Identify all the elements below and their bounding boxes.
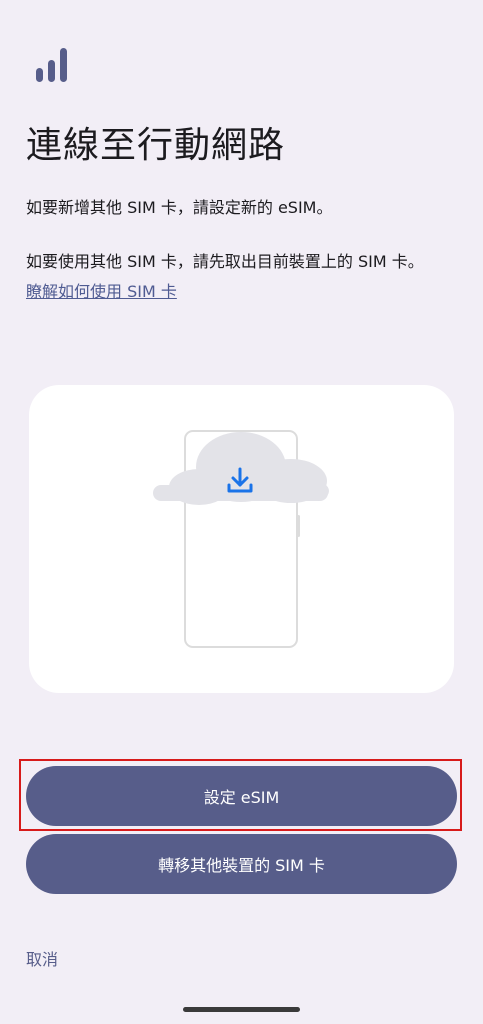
highlight-outline xyxy=(19,759,462,831)
learn-sim-link[interactable]: 瞭解如何使用 SIM 卡 xyxy=(26,280,177,304)
home-indicator[interactable] xyxy=(183,1007,300,1012)
cancel-button[interactable]: 取消 xyxy=(26,948,58,972)
page-title: 連線至行動網路 xyxy=(26,125,286,166)
signal-strength-icon xyxy=(36,48,67,82)
transfer-sim-button[interactable]: 轉移其他裝置的 SIM 卡 xyxy=(26,834,457,894)
phone-cloud-download-icon xyxy=(153,430,329,648)
illustration-card xyxy=(29,385,454,693)
add-esim-description: 如要新增其他 SIM 卡，請設定新的 eSIM。 xyxy=(26,198,333,217)
use-other-sim-description: 如要使用其他 SIM 卡，請先取出目前裝置上的 SIM 卡。 xyxy=(26,252,424,271)
